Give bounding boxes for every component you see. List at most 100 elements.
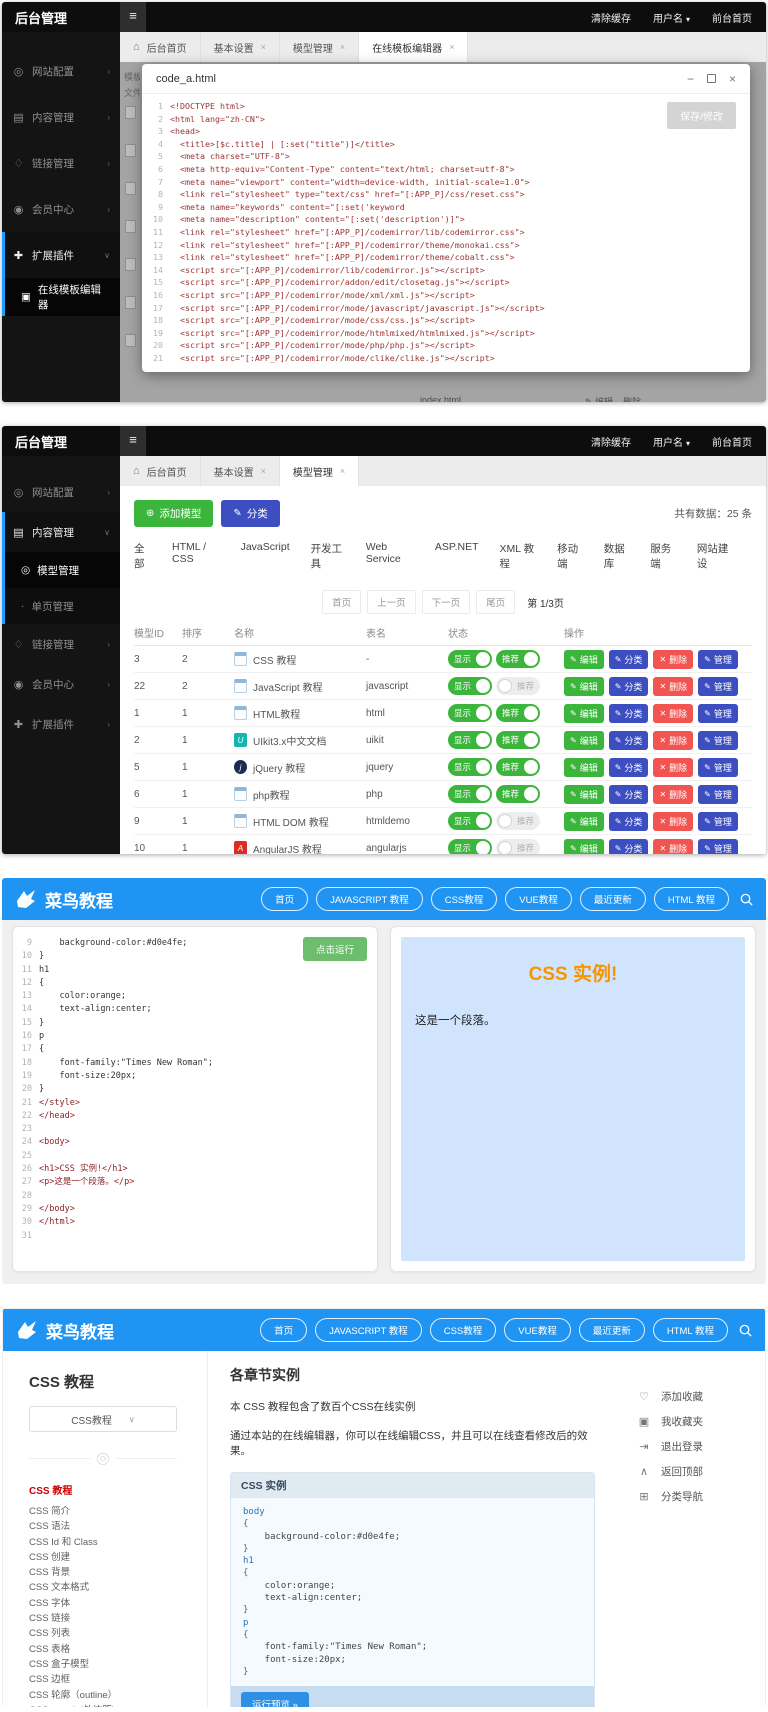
save-modify-button[interactable]: 保存/修改 <box>667 102 736 129</box>
classify-button[interactable]: ✎分类 <box>609 704 649 723</box>
edit-button[interactable]: ✎编辑 <box>564 677 604 696</box>
sidebar-item-page-manage[interactable]: ·单页管理 <box>5 588 120 624</box>
show-toggle[interactable]: 显示 <box>448 650 492 668</box>
classify-button[interactable]: ✎分类 <box>609 785 649 804</box>
sidebar-item-content[interactable]: ▤内容管理› <box>2 94 120 140</box>
menu-toggle-icon[interactable]: ≡ <box>120 426 146 456</box>
show-toggle[interactable]: 显示 <box>448 677 492 695</box>
recommend-toggle[interactable]: 推荐 <box>496 677 540 695</box>
tab-admin-home[interactable]: ⌂后台首页 <box>120 32 201 62</box>
manage-button[interactable]: ✎管理 <box>698 785 738 804</box>
nav-link[interactable]: HTML 教程 <box>654 887 729 911</box>
sidebar-link[interactable]: CSS Id 和 Class <box>29 1535 193 1550</box>
restore-icon[interactable] <box>707 74 716 83</box>
sidebar-link[interactable]: CSS 文本格式 <box>29 1580 193 1595</box>
nav-link[interactable]: 最近更新 <box>579 1318 645 1342</box>
sidebar-link[interactable]: CSS 背景 <box>29 1565 193 1580</box>
recommend-toggle[interactable]: 推荐 <box>496 704 540 722</box>
nav-link[interactable]: JAVASCRIPT 教程 <box>316 887 423 911</box>
tool-item[interactable]: 添加收藏 <box>637 1389 765 1404</box>
manage-button[interactable]: ✎管理 <box>698 731 738 750</box>
filter-tab[interactable]: 移动端 <box>557 541 583 578</box>
sidebar-link[interactable]: CSS 链接 <box>29 1611 193 1626</box>
manage-button[interactable]: ✎管理 <box>698 677 738 696</box>
edit-button[interactable]: ✎编辑 <box>564 839 604 855</box>
delete-button[interactable]: ✕删除 <box>653 839 693 855</box>
sidebar-link[interactable]: CSS 表格 <box>29 1642 193 1657</box>
tab-close-icon[interactable]: × <box>261 42 266 52</box>
filter-tab[interactable]: JavaScript <box>241 541 290 578</box>
sidebar-link-active[interactable]: CSS 教程 <box>29 1482 193 1497</box>
tab-close-icon[interactable]: × <box>261 466 266 476</box>
show-toggle[interactable]: 显示 <box>448 812 492 830</box>
tab-basic-settings[interactable]: 基本设置× <box>201 456 280 486</box>
sidebar-item-members[interactable]: ◉会员中心› <box>2 186 120 232</box>
username-menu[interactable]: 用户名▾ <box>653 10 690 25</box>
sidebar-link[interactable]: CSS 创建 <box>29 1550 193 1565</box>
tool-item[interactable]: 分类导航 <box>637 1489 765 1504</box>
show-toggle[interactable]: 显示 <box>448 785 492 803</box>
show-toggle[interactable]: 显示 <box>448 704 492 722</box>
nav-link[interactable]: 首页 <box>260 1318 307 1342</box>
recommend-toggle[interactable]: 推荐 <box>496 812 540 830</box>
run-preview-button[interactable]: 运行预览 » <box>241 1692 309 1707</box>
delete-button[interactable]: ✕删除 <box>653 758 693 777</box>
search-icon[interactable] <box>739 892 754 907</box>
classify-button[interactable]: ✎分类 <box>609 650 649 669</box>
sidebar-link[interactable]: CSS margin(外边距) <box>29 1703 193 1707</box>
sidebar-item-site-config[interactable]: ◎网站配置› <box>2 472 120 512</box>
sidebar-item-members[interactable]: ◉会员中心› <box>2 664 120 704</box>
delete-button[interactable]: ✕删除 <box>653 731 693 750</box>
delete-button[interactable]: ✕删除 <box>653 785 693 804</box>
sidebar-item-content[interactable]: ▤内容管理∨ <box>5 512 120 552</box>
run-code-button[interactable]: 点击运行 <box>303 937 367 961</box>
page-first-button[interactable]: 首页 <box>322 590 361 614</box>
nav-link[interactable]: VUE教程 <box>505 887 572 911</box>
sidebar-link[interactable]: CSS 语法 <box>29 1519 193 1534</box>
classify-button[interactable]: ✎分类 <box>221 500 279 527</box>
add-model-button[interactable]: ⊕添加模型 <box>134 500 213 527</box>
search-icon[interactable] <box>738 1323 753 1338</box>
show-toggle[interactable]: 显示 <box>448 758 492 776</box>
recommend-toggle[interactable]: 推荐 <box>496 839 540 854</box>
clear-cache-link[interactable]: 清除缓存 <box>591 434 631 449</box>
filter-tab[interactable]: 数据库 <box>604 541 630 578</box>
nav-link[interactable]: CSS教程 <box>431 887 498 911</box>
front-home-link[interactable]: 前台首页 <box>712 434 752 449</box>
tab-model-manage[interactable]: 模型管理× <box>280 456 359 486</box>
clear-cache-link[interactable]: 清除缓存 <box>591 10 631 25</box>
delete-button[interactable]: ✕删除 <box>653 677 693 696</box>
nav-link[interactable]: 最近更新 <box>580 887 646 911</box>
nav-link[interactable]: JAVASCRIPT 教程 <box>315 1318 422 1342</box>
tool-item[interactable]: 我收藏夹 <box>637 1414 765 1429</box>
edit-file-link[interactable]: ✎ 编辑 <box>585 395 613 402</box>
sidebar-link[interactable]: CSS 盒子模型 <box>29 1657 193 1672</box>
nav-link[interactable]: VUE教程 <box>504 1318 571 1342</box>
tab-template-editor[interactable]: 在线模板编辑器× <box>359 32 468 62</box>
delete-button[interactable]: ✕删除 <box>653 650 693 669</box>
tutorial-select[interactable]: CSS教程∨ <box>29 1406 177 1432</box>
manage-button[interactable]: ✎管理 <box>698 704 738 723</box>
show-toggle[interactable]: 显示 <box>448 731 492 749</box>
nav-link[interactable]: CSS教程 <box>430 1318 497 1342</box>
tool-item[interactable]: 返回顶部 <box>637 1464 765 1479</box>
classify-button[interactable]: ✎分类 <box>609 731 649 750</box>
page-next-button[interactable]: 下一页 <box>422 590 471 614</box>
edit-button[interactable]: ✎编辑 <box>564 731 604 750</box>
filter-tab[interactable]: 全部 <box>134 541 151 578</box>
delete-file-link[interactable]: 删除 <box>623 395 641 402</box>
tab-close-icon[interactable]: × <box>340 42 345 52</box>
page-prev-button[interactable]: 上一页 <box>367 590 416 614</box>
classify-button[interactable]: ✎分类 <box>609 758 649 777</box>
edit-button[interactable]: ✎编辑 <box>564 785 604 804</box>
manage-button[interactable]: ✎管理 <box>698 812 738 831</box>
classify-button[interactable]: ✎分类 <box>609 677 649 696</box>
tab-basic-settings[interactable]: 基本设置× <box>201 32 280 62</box>
filter-tab[interactable]: XML 教程 <box>500 541 537 578</box>
tab-close-icon[interactable]: × <box>340 466 345 476</box>
filter-tab[interactable]: 网站建设 <box>697 541 731 578</box>
edit-button[interactable]: ✎编辑 <box>564 650 604 669</box>
nav-link[interactable]: 首页 <box>261 887 308 911</box>
show-toggle[interactable]: 显示 <box>448 839 492 854</box>
runoob-logo[interactable]: 菜鸟教程 <box>14 887 113 912</box>
